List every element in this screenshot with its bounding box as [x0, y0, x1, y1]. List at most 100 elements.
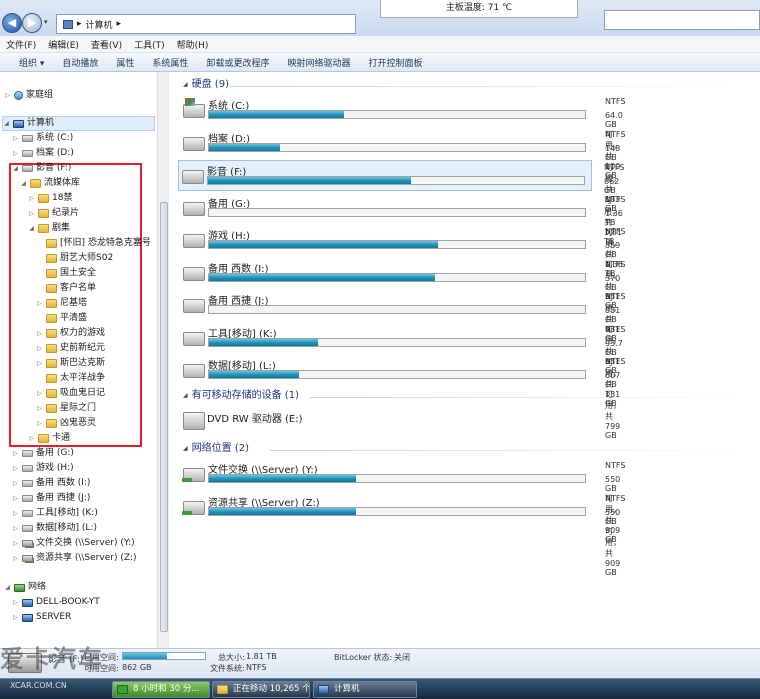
nav-scrollbar-thumb[interactable]: [160, 202, 168, 632]
expand-arrow-icon[interactable]: ▷: [12, 551, 19, 566]
recent-pages-dropdown[interactable]: ▾: [44, 18, 48, 26]
tree-item[interactable]: ▷ 斯巴达克斯: [36, 356, 105, 371]
tree-item[interactable]: 太平洋战争: [36, 371, 105, 386]
toolbar-button[interactable]: 打开控制面板: [359, 56, 431, 69]
expand-arrow-icon[interactable]: ◢: [3, 116, 10, 131]
toolbar-button[interactable]: 映射网络驱动器: [278, 56, 359, 69]
tree-item[interactable]: ▷ 备用 (G:): [12, 446, 74, 461]
tree-item[interactable]: ▷ 资源共享 (\\Server) (Z:): [12, 551, 136, 566]
drive-tile[interactable]: 资源共享 (\\Server) (Z:) NTFS 550 GB 可用，共 909 …: [180, 492, 625, 577]
expand-arrow-icon[interactable]: ▷: [28, 431, 35, 446]
expand-arrow-icon[interactable]: ▷: [36, 356, 43, 371]
breadcrumb-separator[interactable]: ▸: [77, 19, 82, 29]
expand-arrow-icon[interactable]: ▷: [12, 461, 19, 476]
tree-item[interactable]: ◢ 计算机: [2, 116, 155, 131]
tree-item[interactable]: 平清盛: [36, 311, 87, 326]
tree-item[interactable]: ▷ 文件交换 (\\Server) (Y:): [12, 536, 135, 551]
group-header-removable[interactable]: ◢ 有可移动存储的设备 (1): [183, 389, 299, 403]
drive-tile[interactable]: 工具[移动] (K:) NTFS 93.7 GB 可用，共 131 GB: [180, 323, 625, 408]
tree-item[interactable]: ▷ 权力的游戏: [36, 326, 105, 341]
taskbar-item-timer[interactable]: 8 小时和 30 分...: [112, 681, 210, 698]
expand-arrow-icon[interactable]: ▷: [36, 296, 43, 311]
toolbar-button[interactable]: 属性: [107, 56, 143, 69]
nav-scrollbar[interactable]: [157, 72, 169, 648]
group-header-hdd[interactable]: ◢ 硬盘 (9): [183, 78, 229, 92]
tree-item[interactable]: [怀旧] 恐龙特急克塞号: [36, 236, 151, 251]
drive-tile[interactable]: 系统 (C:) NTFS 64.0 GB 可用，共 100 GB: [180, 95, 625, 180]
expand-arrow-icon[interactable]: ◢: [28, 221, 35, 236]
address-bar[interactable]: ▸ 计算机 ▸: [56, 14, 356, 34]
expand-arrow-icon[interactable]: ▷: [12, 476, 19, 491]
tree-item[interactable]: ◢ 流媒体库: [20, 176, 80, 191]
expand-arrow-icon[interactable]: ▷: [36, 401, 43, 416]
menu-item[interactable]: 工具(T): [134, 38, 165, 51]
tree-item[interactable]: ▷ 史前新纪元: [36, 341, 105, 356]
drive-tile[interactable]: 文件交换 (\\Server) (Y:) NTFS 550 GB 可用，共 909 …: [180, 459, 625, 544]
expand-arrow-icon[interactable]: ▷: [12, 131, 19, 146]
back-button[interactable]: ◀: [2, 13, 22, 33]
drive-tile[interactable]: 备用 西捷 (J:) NTFS 931 GB 可用，共 931 GB: [180, 290, 625, 375]
tree-item[interactable]: ▷ 星际之门: [36, 401, 96, 416]
tree-item[interactable]: ◢ 影音 (F:): [12, 161, 71, 176]
expand-arrow-icon[interactable]: ▷: [4, 88, 11, 103]
tree-item[interactable]: ▷ 尼基塔: [36, 296, 87, 311]
drive-tile[interactable]: 备用 (G:) NTFS 1.36 TB 可用，共 1.36 TB: [180, 193, 625, 278]
tree-item[interactable]: ▷ 系统 (C:): [12, 131, 73, 146]
tree-item[interactable]: ◢ 剧集: [28, 221, 70, 236]
breadcrumb-computer[interactable]: 计算机: [86, 18, 113, 31]
expand-arrow-icon[interactable]: ▷: [12, 610, 19, 625]
expand-arrow-icon[interactable]: ▷: [28, 191, 35, 206]
menu-item[interactable]: 查看(V): [91, 38, 122, 51]
expand-arrow-icon[interactable]: ◢: [20, 176, 27, 191]
group-header-network[interactable]: ◢ 网络位置 (2): [183, 442, 249, 456]
expand-arrow-icon[interactable]: ▷: [36, 326, 43, 341]
menu-item[interactable]: 编辑(E): [48, 38, 79, 51]
tree-item[interactable]: ▷ 纪录片: [28, 206, 79, 221]
expand-arrow-icon[interactable]: ▷: [12, 491, 19, 506]
tree-item[interactable]: ▷ 工具[移动] (K:): [12, 506, 98, 521]
forward-button[interactable]: ▶: [22, 13, 42, 33]
tree-item[interactable]: ▷ 凶鬼恶灵: [36, 416, 96, 431]
tree-item[interactable]: ▷ 备用 西捷 (J:): [12, 491, 90, 506]
toolbar-button[interactable]: 组织 ▾: [10, 56, 53, 69]
taskbar-item-computer[interactable]: 计算机: [313, 681, 417, 698]
drive-tile[interactable]: 备用 西数 (I:) NTFS 370 GB 可用，共 931 GB: [180, 258, 625, 343]
tree-item[interactable]: ▷ 卡通: [28, 431, 70, 446]
expand-arrow-icon[interactable]: ▷: [36, 386, 43, 401]
expand-arrow-icon[interactable]: ▷: [12, 521, 19, 536]
toolbar-button[interactable]: 系统属性: [143, 56, 197, 69]
expand-arrow-icon[interactable]: ▷: [12, 506, 19, 521]
expand-arrow-icon[interactable]: ◢: [12, 161, 19, 176]
search-input[interactable]: [604, 10, 760, 30]
dvd-drive-label[interactable]: DVD RW 驱动器 (E:): [207, 410, 303, 425]
expand-arrow-icon[interactable]: ▷: [12, 595, 19, 610]
breadcrumb-separator[interactable]: ▸: [117, 19, 122, 29]
toolbar-button[interactable]: 卸载或更改程序: [197, 56, 278, 69]
expand-arrow-icon[interactable]: ▷: [36, 416, 43, 431]
tree-item[interactable]: ▷ 备用 西数 (I:): [12, 476, 90, 491]
menu-item[interactable]: 帮助(H): [177, 38, 209, 51]
expand-arrow-icon[interactable]: ▷: [12, 146, 19, 161]
drive-tile[interactable]: 影音 (F:) NTFS 862 GB 可用，共 1.81 TB: [178, 160, 624, 246]
tree-item[interactable]: ▷ 数据[移动] (L:): [12, 521, 97, 536]
expand-arrow-icon[interactable]: ▷: [12, 446, 19, 461]
drive-tile[interactable]: 档案 (D:) NTFS 148 GB 可用，共 183 GB: [180, 128, 625, 213]
expand-arrow-icon[interactable]: ◢: [4, 580, 11, 595]
tree-item[interactable]: ▷ 游戏 (H:): [12, 461, 74, 476]
tree-item[interactable]: 厨艺大师S02: [36, 251, 113, 266]
tree-item[interactable]: ▷ 家庭组: [4, 88, 53, 103]
expand-arrow-icon[interactable]: ▷: [12, 536, 19, 551]
tree-item[interactable]: ▷ 档案 (D:): [12, 146, 74, 161]
expand-arrow-icon[interactable]: ▷: [28, 206, 35, 221]
tree-item[interactable]: ▷ SERVER: [12, 610, 71, 625]
tree-item[interactable]: ▷ DELL-BOOK-YT: [12, 595, 100, 610]
taskbar-item-move[interactable]: 正在移动 10,265 个...: [212, 681, 310, 698]
menu-item[interactable]: 文件(F): [6, 38, 36, 51]
tree-item[interactable]: ▷ 吸血鬼日记: [36, 386, 105, 401]
drive-tile[interactable]: 数据[移动] (L:) NTFS 607 GB 可用，共 799 GB: [180, 355, 625, 440]
tree-item[interactable]: ▷ 18禁: [28, 191, 72, 206]
expand-arrow-icon[interactable]: ▷: [36, 341, 43, 356]
tree-item[interactable]: ◢ 网络: [4, 580, 46, 595]
tree-item[interactable]: 客户名单: [36, 281, 96, 296]
tree-item[interactable]: 国土安全: [36, 266, 96, 281]
